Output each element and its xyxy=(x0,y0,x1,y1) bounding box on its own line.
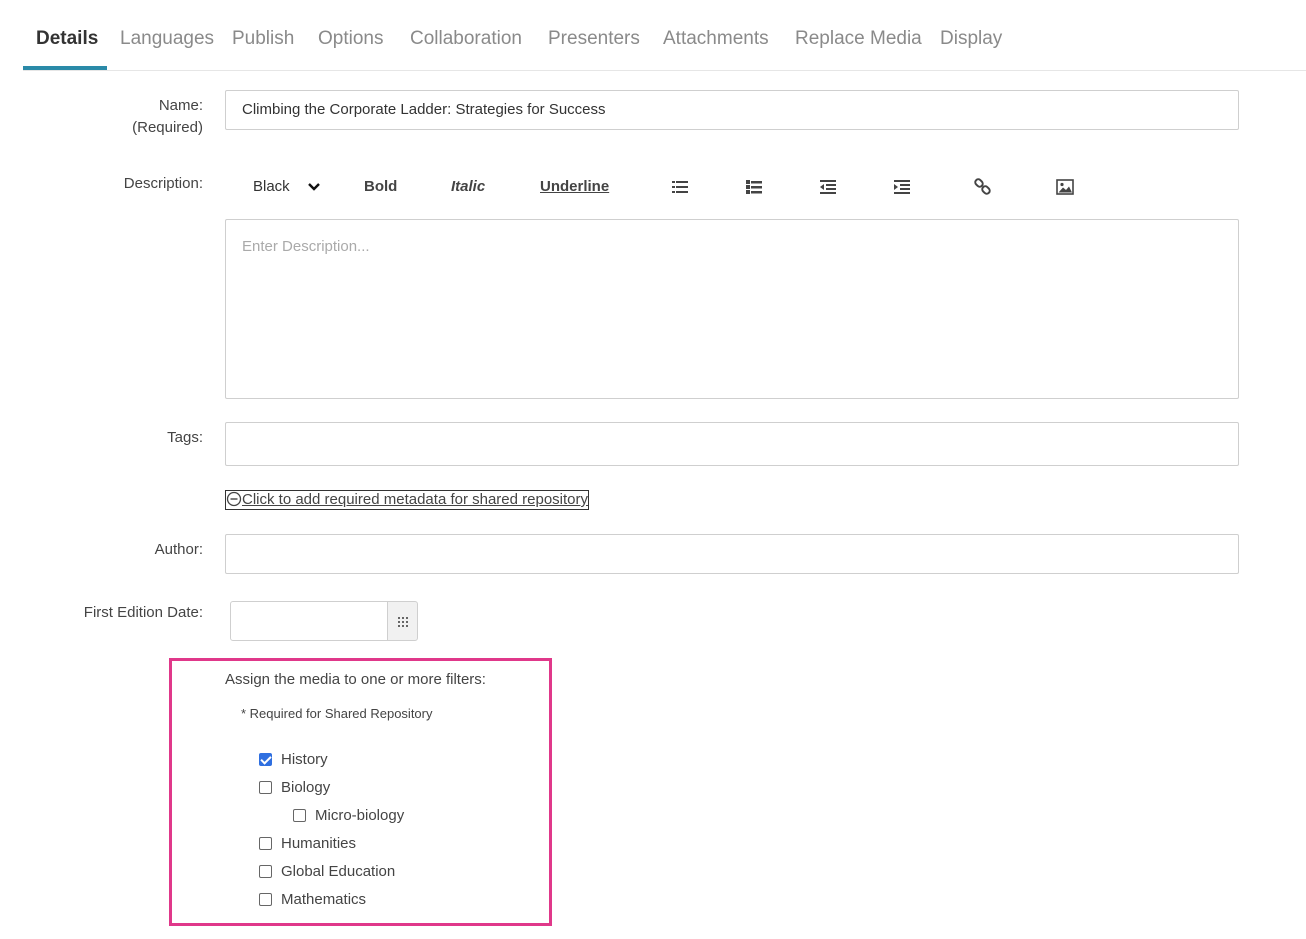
filters-title: Assign the media to one or more filters: xyxy=(225,671,486,688)
filter-mathematics[interactable]: Mathematics xyxy=(259,889,366,909)
filter-label-history: History xyxy=(281,750,328,768)
checkbox-global-education[interactable] xyxy=(259,864,272,878)
description-label: Description: xyxy=(123,175,203,192)
tab-options[interactable]: Options xyxy=(318,28,383,50)
checkbox-history[interactable] xyxy=(259,752,272,766)
italic-button[interactable]: Italic xyxy=(451,177,485,197)
name-label: Name: (Required) xyxy=(132,95,203,139)
description-textarea[interactable]: Enter Description... xyxy=(225,219,1239,399)
tab-details[interactable]: Details xyxy=(36,28,98,50)
checkbox-mathematics[interactable] xyxy=(259,892,272,906)
author-label: Author: xyxy=(154,541,203,558)
name-required-text: (Required) xyxy=(132,119,203,136)
outdent-icon[interactable] xyxy=(819,178,837,196)
filters-required-note: * Required for Shared Repository xyxy=(241,706,433,721)
add-metadata-link[interactable]: Click to add required metadata for share… xyxy=(225,490,590,510)
tab-replace-media[interactable]: Replace Media xyxy=(795,28,922,50)
tags-label: Tags: xyxy=(167,429,203,446)
image-icon[interactable] xyxy=(1056,178,1074,196)
name-label-text: Name: xyxy=(158,97,203,114)
checkbox-biology[interactable] xyxy=(259,780,272,794)
filter-global-education[interactable]: Global Education xyxy=(259,861,395,881)
bold-button[interactable]: Bold xyxy=(364,177,397,197)
filter-humanities[interactable]: Humanities xyxy=(259,833,356,853)
tab-attachments[interactable]: Attachments xyxy=(663,28,769,50)
author-input[interactable] xyxy=(225,534,1239,574)
chevron-down-icon xyxy=(308,183,320,191)
filter-label-humanities: Humanities xyxy=(281,834,357,852)
color-select-value: Black xyxy=(253,178,290,195)
underline-button[interactable]: Underline xyxy=(540,177,609,197)
filter-label-micro-biology: Micro-biology xyxy=(315,806,405,824)
color-select[interactable]: Black xyxy=(253,177,320,197)
checkbox-micro-biology[interactable] xyxy=(293,808,306,822)
checkbox-humanities[interactable] xyxy=(259,836,272,850)
first-edition-date-input[interactable] xyxy=(230,601,388,641)
filter-biology[interactable]: Biology xyxy=(259,777,330,797)
unordered-list-icon[interactable] xyxy=(745,178,763,196)
tab-display[interactable]: Display xyxy=(940,28,1002,50)
filter-micro-biology[interactable]: Micro-biology xyxy=(293,805,404,825)
tab-publish[interactable]: Publish xyxy=(232,28,294,50)
tab-languages[interactable]: Languages xyxy=(120,28,214,50)
add-metadata-text: Click to add required metadata for share… xyxy=(242,491,589,508)
tags-input[interactable] xyxy=(225,422,1239,466)
indent-icon[interactable] xyxy=(893,178,911,196)
calendar-icon xyxy=(398,617,408,627)
filter-label-global-education: Global Education xyxy=(281,862,396,880)
first-edition-date-label: First Edition Date: xyxy=(83,604,203,621)
active-tab-indicator xyxy=(23,66,107,70)
tab-presenters[interactable]: Presenters xyxy=(548,28,640,50)
tab-collaboration[interactable]: Collaboration xyxy=(410,28,522,50)
ordered-list-icon[interactable] xyxy=(671,178,689,196)
filter-label-mathematics: Mathematics xyxy=(281,890,367,908)
filters-highlight-box xyxy=(169,658,552,926)
date-picker-button[interactable] xyxy=(387,601,418,641)
filter-label-biology: Biology xyxy=(281,778,331,796)
name-input[interactable]: Climbing the Corporate Ladder: Strategie… xyxy=(225,90,1239,130)
tab-bar: Details Languages Publish Options Collab… xyxy=(23,0,1306,71)
minus-circle-icon xyxy=(226,491,242,507)
filter-history[interactable]: History xyxy=(259,749,328,769)
link-icon[interactable] xyxy=(974,178,992,196)
